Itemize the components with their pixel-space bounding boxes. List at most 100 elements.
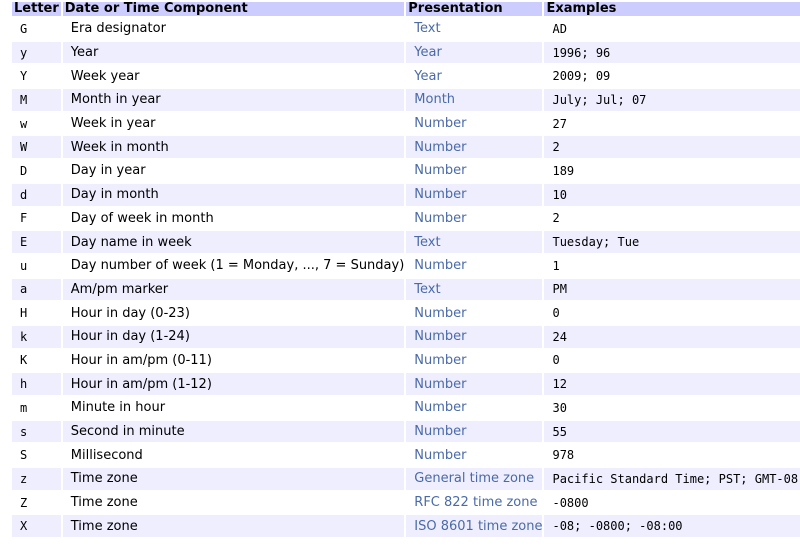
cell-presentation: Text — [406, 231, 543, 253]
cell-letter: y — [12, 41, 61, 64]
cell-examples: 1996; 96 — [544, 41, 800, 64]
cell-component: Am/pm marker — [62, 278, 405, 301]
table-row: m Minute in hour Number 30 — [12, 397, 800, 419]
cell-examples: July; Jul; 07 — [544, 89, 800, 111]
cell-examples: 55 — [544, 420, 800, 443]
cell-examples: 978 — [552, 448, 575, 463]
cell-presentation: Number — [406, 420, 543, 443]
cell-letter: M — [12, 89, 61, 111]
cell-letter: H — [20, 306, 28, 321]
cell-presentation: Number — [414, 258, 467, 274]
cell-presentation: Number — [406, 183, 543, 206]
header-component: Date or Time Component — [62, 2, 405, 16]
cell-letter: W — [12, 136, 61, 159]
table-row: k Hour in day (1-24) Number 24 — [12, 325, 800, 348]
table-row: d Day in month Number 10 — [12, 183, 800, 206]
cell-presentation: Year — [414, 68, 442, 84]
table-row: W Week in month Number 2 — [12, 136, 800, 159]
cell-letter: h — [12, 373, 61, 395]
cell-component: Week in month — [62, 136, 405, 159]
cell-examples: 27 — [552, 116, 567, 131]
table-row: G Era designator Text AD — [12, 18, 800, 40]
cell-presentation: RFC 822 time zone — [414, 495, 538, 511]
cell-presentation: Number — [406, 373, 543, 395]
cell-letter: X — [12, 515, 61, 538]
cell-presentation: Number — [414, 352, 467, 368]
cell-presentation: Number — [414, 447, 467, 463]
cell-presentation: Number — [414, 116, 467, 132]
table-row: w Week in year Number 27 — [12, 113, 800, 135]
cell-component: Time zone — [62, 468, 405, 490]
table-row: h Hour in am/pm (1-12) Number 12 — [12, 373, 800, 395]
cell-letter: u — [20, 258, 28, 273]
header-presentation: Presentation — [406, 2, 543, 16]
cell-presentation: Number — [414, 210, 467, 226]
table-row: X Time zone ISO 8601 time zone -08; -0800; … — [12, 515, 800, 538]
cell-presentation: Text — [414, 21, 441, 37]
cell-examples: 12 — [544, 373, 800, 395]
cell-examples: 0 — [552, 306, 560, 321]
cell-component: Day of week in month — [70, 210, 214, 226]
cell-component: Week in year — [70, 116, 156, 132]
cell-presentation: Number — [414, 305, 467, 321]
cell-letter: Y — [20, 69, 28, 84]
table-row: S Millisecond Number 978 — [12, 444, 800, 466]
table-row: s Second in minute Number 55 — [12, 420, 800, 443]
table-row: z Time zone General time zone Pacific Stand… — [12, 468, 800, 490]
cell-examples: -0800 — [552, 495, 589, 510]
cell-examples: 30 — [552, 400, 567, 415]
cell-component: Minute in hour — [70, 400, 166, 416]
cell-presentation: Text — [406, 278, 543, 301]
header-letter: Letter — [12, 1, 61, 16]
cell-presentation: Month — [406, 89, 543, 111]
cell-letter: s — [12, 420, 61, 443]
cell-examples: Tuesday; Tue — [544, 231, 800, 253]
cell-component: Time zone — [70, 495, 138, 511]
cell-examples: PM — [544, 278, 800, 301]
cell-presentation: Year — [406, 41, 543, 64]
table-row: H Hour in day (0-23) Number 0 — [12, 302, 800, 324]
cell-component: Hour in am/pm (1-12) — [62, 373, 405, 395]
table-body: G Era designator Text AD y Year Year 1996; 96 Y W… — [12, 18, 800, 538]
table-row: Y Week year Year 2009; 09 — [12, 65, 800, 87]
cell-component: Hour in day (0-23) — [70, 305, 190, 321]
cell-examples: 189 — [552, 163, 575, 178]
cell-examples: 24 — [544, 325, 800, 348]
cell-examples: Pacific Standard Time; PST; GMT-08:00 — [544, 468, 800, 490]
cell-letter: k — [12, 325, 61, 348]
table-row: M Month in year Month July; Jul; 07 — [12, 89, 800, 111]
cell-component: Millisecond — [70, 447, 143, 463]
header-row: Letter Date or Time Component Presentati… — [12, 2, 800, 16]
table-row: F Day of week in month Number 2 — [12, 208, 800, 230]
table-row: K Hour in am/pm (0-11) Number 0 — [12, 350, 800, 372]
cell-letter: G — [20, 21, 28, 36]
cell-presentation: ISO 8601 time zone — [406, 515, 543, 538]
cell-examples: 0 — [552, 353, 560, 368]
table-row: a Am/pm marker Text PM — [12, 278, 800, 301]
cell-letter: E — [12, 231, 61, 253]
date-format-table: Letter Date or Time Component Presentati… — [10, 0, 800, 539]
cell-letter: Z — [20, 495, 28, 510]
cell-presentation: Number — [414, 400, 467, 416]
cell-component: Era designator — [70, 21, 166, 37]
table-row: u Day number of week (1 = Monday, ..., 7 … — [12, 255, 800, 277]
cell-presentation: Number — [406, 136, 543, 159]
cell-letter: m — [20, 400, 28, 415]
cell-examples: 10 — [544, 183, 800, 206]
cell-letter: z — [12, 468, 61, 490]
cell-letter: F — [20, 211, 28, 226]
cell-letter: K — [20, 353, 28, 368]
cell-component: Second in minute — [62, 420, 405, 443]
cell-examples: 2009; 09 — [552, 69, 611, 84]
header-examples: Examples — [544, 2, 800, 16]
cell-letter: S — [20, 448, 28, 463]
cell-examples: 1 — [552, 258, 560, 273]
cell-letter: a — [12, 278, 61, 301]
cell-component: Year — [62, 41, 405, 64]
cell-component: Day name in week — [62, 231, 405, 253]
cell-presentation: General time zone — [406, 468, 543, 490]
cell-component: Day in year — [70, 163, 146, 179]
table-row: E Day name in week Text Tuesday; Tue — [12, 231, 800, 253]
cell-presentation: Number — [414, 163, 467, 179]
table-row: Z Time zone RFC 822 time zone -0800 — [12, 492, 800, 514]
